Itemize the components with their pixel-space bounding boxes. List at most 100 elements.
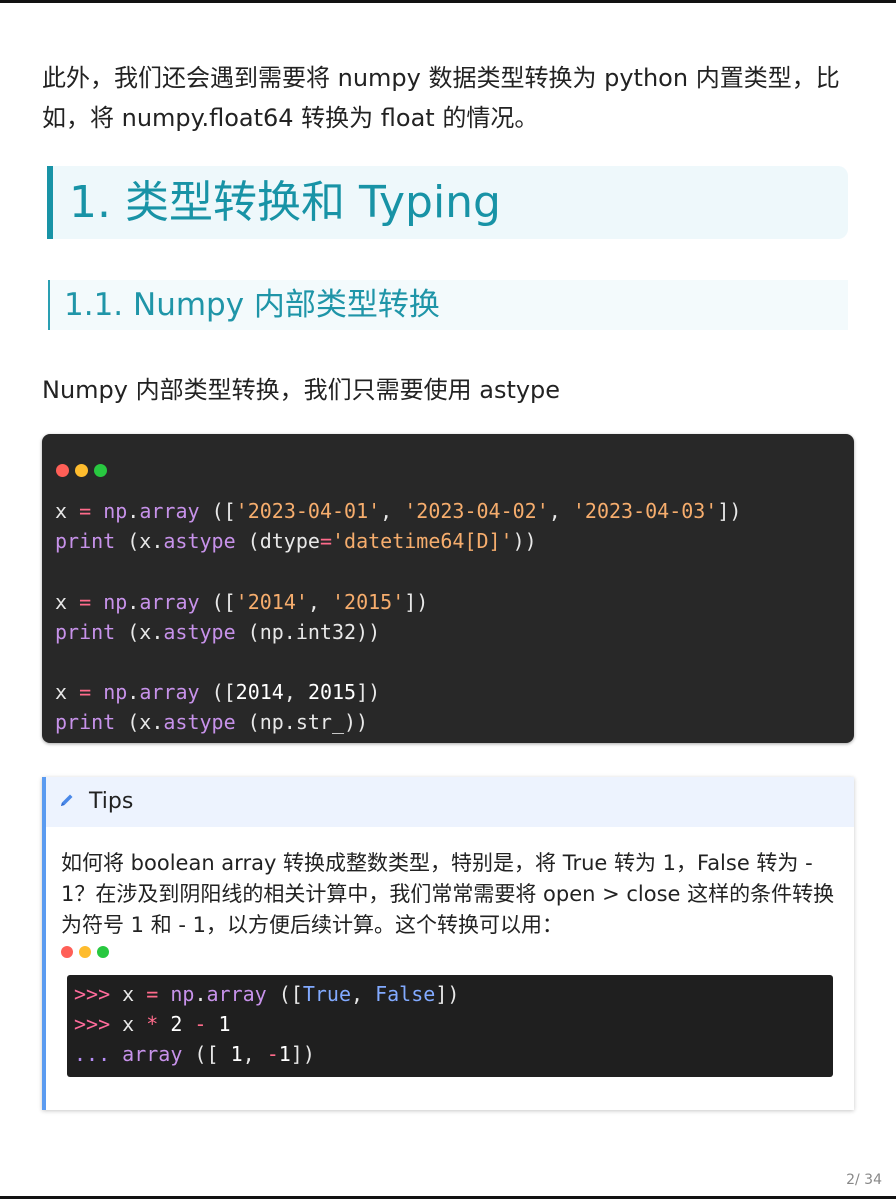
minimize-dot-icon bbox=[75, 464, 88, 477]
code-token: ]) bbox=[404, 589, 429, 614]
code-token: x bbox=[110, 1012, 147, 1037]
code-line: x = np.array (['2023-04-01', '2023-04-02… bbox=[55, 496, 741, 526]
code-line: x = np.array ([2014, 2015]) bbox=[55, 677, 741, 707]
code-token: . bbox=[194, 982, 207, 1006]
code-token: np bbox=[103, 499, 128, 523]
code-token: - bbox=[194, 1012, 207, 1037]
code-token: True bbox=[302, 982, 351, 1006]
code-token: astype bbox=[163, 710, 236, 735]
code-token: , bbox=[548, 499, 573, 523]
code-token: , bbox=[307, 589, 333, 614]
tips-body: 如何将 boolean array 转换成整数类型，特别是，将 True 转为 … bbox=[61, 851, 835, 937]
code-token: - bbox=[266, 1042, 279, 1067]
code-token: print bbox=[55, 619, 116, 644]
code-block: x = np.array (['2023-04-01', '2023-04-02… bbox=[42, 434, 854, 743]
code-token: astype bbox=[163, 619, 236, 644]
code-token: >>> bbox=[74, 982, 111, 1006]
code-token: ]) bbox=[356, 680, 381, 705]
subheading-accent-bar bbox=[48, 280, 50, 330]
console-window-controls bbox=[61, 946, 109, 958]
top-rule bbox=[0, 0, 896, 3]
code-line: ... array ([ 1, -1]) bbox=[74, 1039, 459, 1069]
code-token: 1 bbox=[278, 1042, 291, 1067]
code-line: print (x.astype (np.str_)) bbox=[55, 707, 741, 737]
code-token: * bbox=[146, 1012, 159, 1037]
code-token: array bbox=[122, 1042, 183, 1067]
code-line: print (x.astype (dtype='datetime64[D]')) bbox=[55, 526, 741, 556]
code-lines: x = np.array (['2023-04-01', '2023-04-02… bbox=[55, 496, 741, 738]
code-token: , bbox=[380, 499, 405, 523]
code-token: = bbox=[79, 589, 92, 614]
code-token: (x. bbox=[115, 710, 164, 735]
code-token: . bbox=[127, 589, 140, 614]
code-token: print bbox=[55, 529, 116, 554]
page-number: 2/ 34 bbox=[846, 1172, 882, 1188]
window-controls bbox=[56, 464, 107, 477]
code-token: '2023-04-02' bbox=[404, 499, 549, 523]
code-token: . bbox=[127, 680, 140, 705]
code-token: x bbox=[110, 982, 147, 1006]
code-token: = bbox=[79, 499, 92, 523]
close-dot-icon bbox=[61, 946, 73, 958]
intro-paragraph: 此外，我们还会遇到需要将 numpy 数据类型转换为 python 内置类型，比… bbox=[42, 64, 840, 132]
code-token: , bbox=[283, 680, 308, 705]
maximize-dot-icon bbox=[97, 946, 109, 958]
code-token: )) bbox=[512, 529, 537, 554]
code-token: = bbox=[146, 982, 159, 1006]
console-block: >>> x = np.array ([True, False]) >>> x * … bbox=[67, 975, 833, 1077]
code-token: array bbox=[139, 680, 200, 705]
subheading-title: 1.1. Numpy 内部类型转换 bbox=[64, 287, 440, 323]
code-token: np bbox=[103, 680, 128, 705]
code-token: 2014 bbox=[235, 680, 284, 705]
bottom-rule bbox=[0, 1196, 896, 1199]
code-token: >>> bbox=[74, 1012, 111, 1037]
tips-header: Tips bbox=[46, 777, 854, 827]
code-line: x = np.array (['2014', '2015']) bbox=[55, 587, 741, 617]
maximize-dot-icon bbox=[94, 464, 107, 477]
code-token: False bbox=[375, 982, 436, 1006]
code-token: ]) bbox=[717, 499, 742, 523]
pencil-icon bbox=[61, 794, 73, 806]
code-token: . bbox=[127, 499, 140, 523]
code-token: array bbox=[139, 589, 200, 614]
code-token: ... bbox=[74, 1042, 111, 1067]
code-token: = bbox=[319, 529, 332, 554]
console-lines: >>> x = np.array ([True, False]) >>> x * … bbox=[74, 979, 459, 1070]
code-token: ([ bbox=[199, 589, 236, 614]
code-token: np bbox=[103, 589, 128, 614]
code-token: array bbox=[139, 499, 200, 523]
code-token: x bbox=[55, 589, 68, 614]
code-token: 1 bbox=[206, 1012, 231, 1037]
code-token: ]) bbox=[435, 982, 460, 1006]
code-token: '2023-04-01' bbox=[235, 499, 381, 523]
code-token: (dtype bbox=[235, 529, 320, 554]
code-token: , bbox=[242, 1042, 267, 1067]
code-token: ([ bbox=[199, 680, 236, 705]
code-line: >>> x = np.array ([True, False]) bbox=[74, 979, 459, 1009]
code-token: 1 bbox=[230, 1042, 243, 1067]
code-token: (np.int32)) bbox=[235, 619, 381, 644]
code-token: np bbox=[170, 982, 195, 1006]
code-token: 'datetime64[D]' bbox=[331, 529, 513, 554]
heading-accent-bar bbox=[47, 166, 53, 239]
code-token: (x. bbox=[115, 619, 164, 644]
code-token: array bbox=[206, 982, 267, 1006]
code-token: ([ bbox=[199, 499, 236, 523]
code-token: (np.str_)) bbox=[235, 710, 369, 735]
code-token: ]) bbox=[290, 1042, 315, 1067]
subsection-heading: 1.1. Numpy 内部类型转换 bbox=[48, 280, 848, 330]
code-token: ([ bbox=[266, 982, 303, 1006]
tips-callout: Tips 如何将 boolean array 转换成整数类型，特别是，将 Tru… bbox=[42, 777, 854, 1110]
code-token: astype bbox=[163, 529, 236, 554]
tips-title: Tips bbox=[89, 789, 134, 814]
code-token: '2023-04-03' bbox=[572, 499, 718, 523]
close-dot-icon bbox=[56, 464, 69, 477]
code-token: x bbox=[55, 499, 68, 523]
minimize-dot-icon bbox=[79, 946, 91, 958]
